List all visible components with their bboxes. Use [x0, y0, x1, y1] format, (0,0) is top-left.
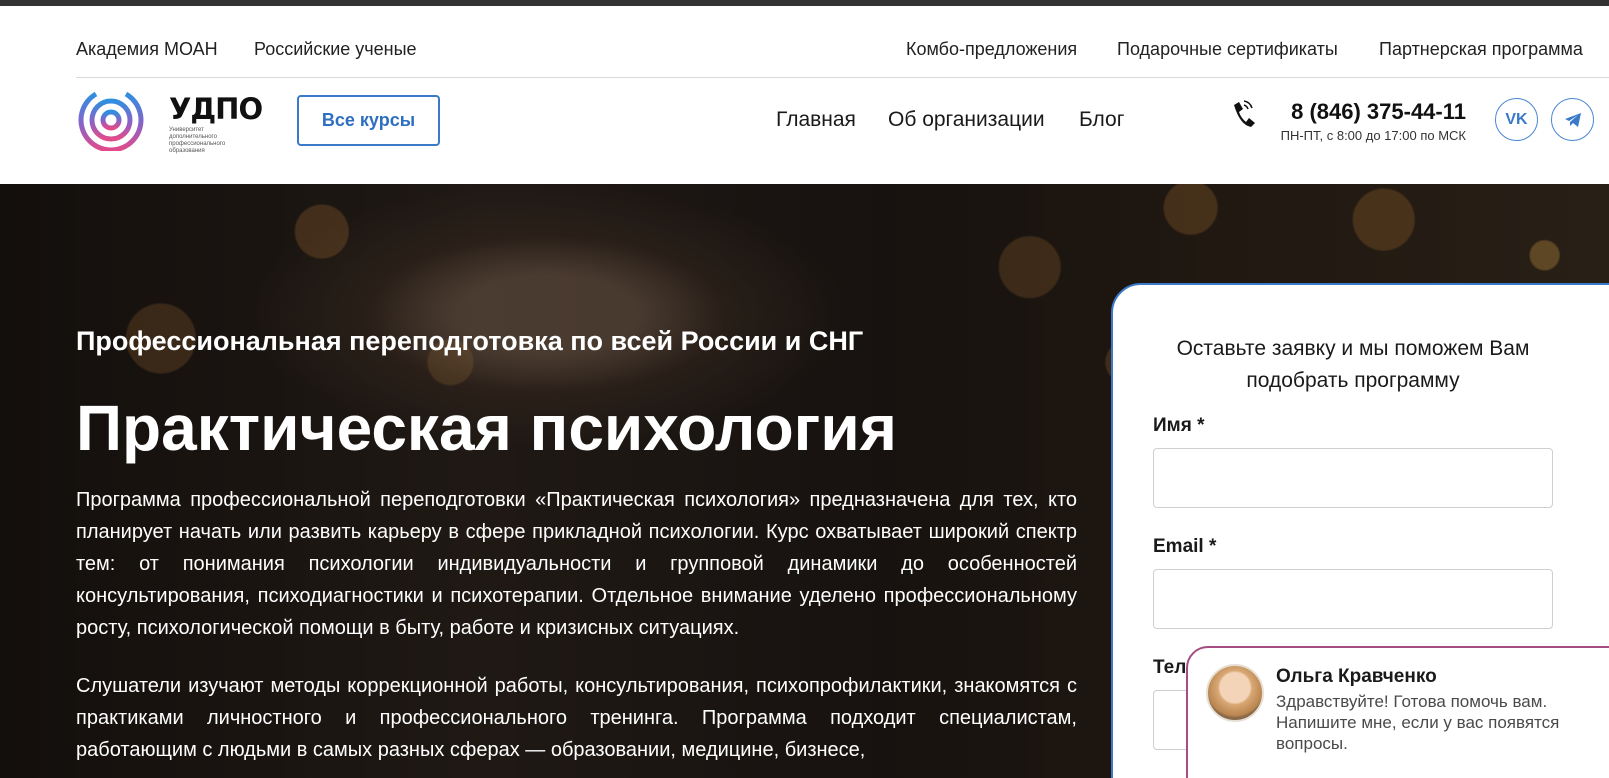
chat-message: Здравствуйте! Готова помочь вам. Напишит…	[1276, 692, 1560, 753]
email-field[interactable]	[1153, 569, 1553, 629]
header-divider	[76, 77, 1609, 78]
phone-hours: ПН-ПТ, с 8:00 до 17:00 по МСК	[1280, 128, 1466, 143]
util-link-academy[interactable]: Академия МОАН	[76, 39, 218, 60]
name-label: Имя *	[1153, 415, 1205, 436]
hero-subtitle: Профессиональная переподготовка по всей …	[76, 326, 864, 356]
all-courses-button[interactable]: Все курсы	[297, 95, 440, 146]
phone-icon	[1234, 100, 1255, 127]
name-field[interactable]	[1153, 448, 1553, 508]
email-label: Email *	[1153, 536, 1217, 557]
nav-link-about[interactable]: Об организации	[888, 108, 1045, 132]
top-border	[0, 0, 1609, 6]
logo-subtitle: Университет дополнительного профессионал…	[169, 127, 226, 154]
chat-agent-name: Ольга Кравченко	[1276, 666, 1437, 687]
form-heading: Оставьте заявку и мы поможем Вам подобра…	[1176, 337, 1530, 392]
util-link-partner-program[interactable]: Партнерская программа	[1379, 39, 1583, 60]
phone-number[interactable]: 8 (846) 375-44-11	[1291, 99, 1466, 125]
hero-title: Практическая психология	[76, 392, 897, 464]
util-link-combo[interactable]: Комбо-предложения	[906, 39, 1077, 60]
nav-link-blog[interactable]: Блог	[1079, 108, 1124, 132]
hero-paragraph-2: Слушатели изучают методы коррекционной р…	[76, 675, 1077, 761]
util-link-gift-certificates[interactable]: Подарочные сертификаты	[1117, 39, 1338, 60]
nav-link-home[interactable]: Главная	[776, 108, 856, 132]
avatar	[1206, 664, 1264, 722]
logo-rings-icon[interactable]	[76, 89, 146, 151]
hero-paragraph-1: Программа профессиональной переподготовк…	[76, 489, 1077, 639]
logo-text[interactable]: УДПО Университет дополнительного професс…	[169, 92, 263, 155]
chat-widget[interactable]: Ольга Кравченко Здравствуйте! Готова пом…	[1186, 646, 1609, 778]
util-link-scientists[interactable]: Российские ученые	[254, 39, 417, 60]
vk-icon[interactable]: VK	[1495, 98, 1538, 141]
page: Академия МОАН Российские ученые Комбо-пр…	[0, 0, 1609, 778]
logo-title: УДПО	[169, 92, 263, 126]
utility-nav: Академия МОАН Российские ученые Комбо-пр…	[76, 39, 1609, 65]
telegram-icon[interactable]	[1551, 98, 1594, 141]
